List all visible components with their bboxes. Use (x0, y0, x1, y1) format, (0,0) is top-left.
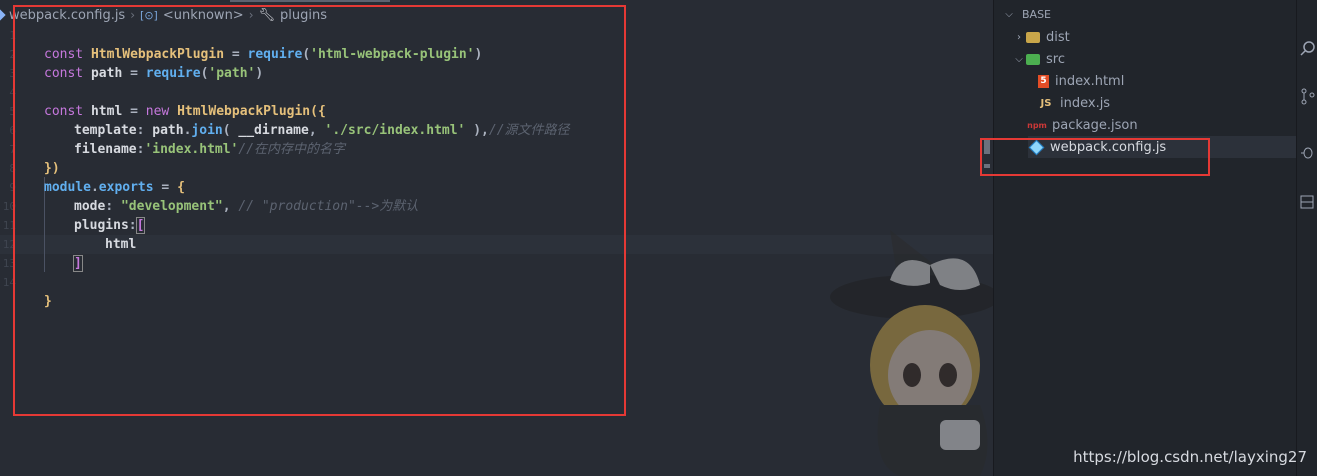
line-number: 3 (9, 67, 16, 80)
folder-icon (1026, 31, 1040, 43)
editor-pane[interactable]: webpack.config.js › [⊙] <unknown> › 🔧︎ p… (0, 0, 993, 476)
webpack-file-icon (1028, 139, 1044, 155)
line-number: 4 (9, 86, 16, 99)
line-number: 2 (9, 48, 16, 61)
breadcrumb-property[interactable]: plugins (280, 8, 327, 23)
explorer-section-header[interactable]: ⌵ BASE (1002, 8, 1051, 21)
chevron-right-icon: › (1017, 31, 1021, 43)
explorer-sidebar: ⌵ BASE › dist ⌵ src 5 index.html JS inde… (993, 0, 1297, 476)
mascot-illustration (830, 230, 993, 476)
line-number: 9 (9, 181, 16, 194)
watermark-text: https://blog.csdn.net/layxing27 (1073, 448, 1307, 466)
wrench-icon: 🔧︎ (258, 7, 276, 23)
tree-item-index-js[interactable]: JS index.js (1038, 92, 1111, 114)
line-number: 7 (9, 143, 16, 156)
js-file-icon: JS (1040, 97, 1052, 109)
code-line: 3 (0, 64, 993, 83)
chevron-down-icon: ⌵ (1005, 9, 1013, 20)
tree-item-dist[interactable]: › dist (1012, 26, 1070, 48)
chevron-down-icon: ⌵ (1015, 53, 1023, 65)
line-number: 8 (9, 162, 16, 175)
tree-item-label: package.json (1052, 117, 1138, 133)
line-number: 6 (9, 124, 16, 137)
breadcrumb: webpack.config.js › [⊙] <unknown> › 🔧︎ p… (0, 5, 327, 25)
breadcrumb-file[interactable]: webpack.config.js (9, 8, 125, 23)
code-line: 7 }) (0, 140, 993, 176)
tree-item-label: index.js (1060, 95, 1111, 111)
breadcrumb-separator: › (130, 8, 136, 22)
code-line: 4 const html = new HtmlWebpackPlugin({ (0, 83, 993, 119)
code-line: 9 mode: "development", // "production"--… (0, 178, 993, 214)
folder-src-icon (1026, 53, 1040, 65)
scroll-marker (984, 138, 990, 154)
tree-item-package-json[interactable]: npm package.json (1027, 114, 1138, 136)
code-line: 1 const HtmlWebpackPlugin = require('htm… (0, 26, 993, 62)
line-number: 10 (2, 200, 16, 213)
line-number: 14 (2, 276, 16, 289)
search-icon[interactable] (1299, 40, 1316, 57)
extensions-icon[interactable] (1299, 194, 1316, 211)
tree-item-label: webpack.config.js (1050, 139, 1167, 155)
tree-item-webpack-config[interactable]: webpack.config.js (1028, 136, 1297, 158)
line-number: 12 (2, 238, 16, 251)
code-line: 6 filename:'index.html'//在内存中的名字 (0, 121, 993, 157)
scroll-marker (984, 164, 990, 168)
line-number: 13 (2, 257, 16, 270)
line-number: 11 (2, 219, 16, 232)
tree-item-label: index.html (1055, 73, 1125, 89)
code-line: 5 template: path.join( __dirname, './src… (0, 102, 993, 138)
symbol-icon: [⊙] (140, 8, 158, 22)
tree-item-src[interactable]: ⌵ src (1012, 48, 1065, 70)
line-number: 5 (9, 105, 16, 118)
breadcrumb-separator: › (248, 8, 254, 22)
tree-item-index-html[interactable]: 5 index.html (1038, 70, 1124, 92)
breadcrumb-file-icon (0, 9, 6, 21)
activity-bar (1296, 0, 1317, 476)
tree-item-label: src (1046, 51, 1065, 67)
line-number: 1 (9, 29, 16, 42)
tree-item-label: dist (1046, 29, 1070, 45)
code-line: 10 plugins:[ (0, 197, 993, 234)
source-control-icon[interactable] (1299, 88, 1316, 105)
code-line: 2 const path = require('path') (0, 45, 993, 81)
code-line: 8 module.exports = { (0, 159, 993, 195)
html-file-icon: 5 (1038, 74, 1049, 88)
debug-icon[interactable] (1299, 144, 1316, 161)
npm-file-icon: npm (1027, 120, 1047, 130)
breadcrumb-symbol[interactable]: <unknown> (163, 8, 244, 23)
tab-indicator (230, 0, 390, 2)
explorer-title: BASE (1022, 8, 1052, 21)
